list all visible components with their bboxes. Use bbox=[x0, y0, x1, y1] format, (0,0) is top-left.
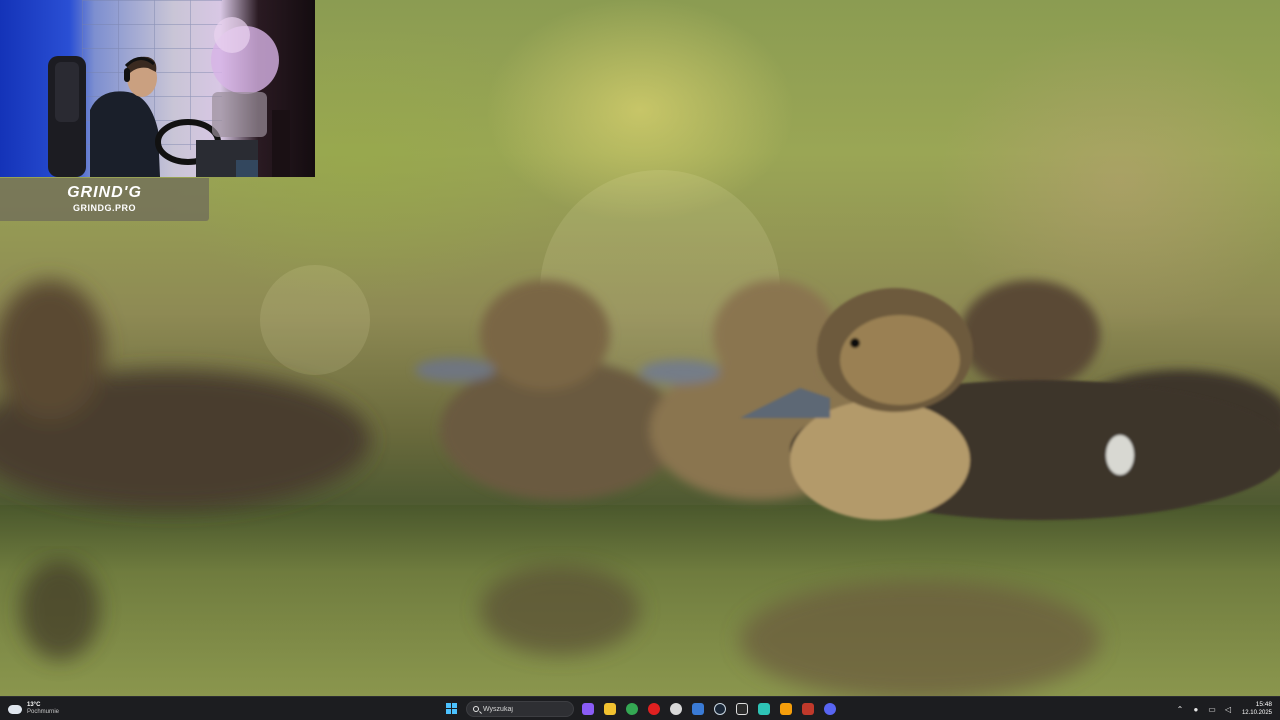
steam-icon bbox=[714, 703, 726, 715]
epic-games-button[interactable] bbox=[734, 701, 750, 717]
app-button-11[interactable] bbox=[800, 701, 816, 717]
app-icon-5 bbox=[670, 703, 682, 715]
app-button-9[interactable] bbox=[756, 701, 772, 717]
webcam-overlay bbox=[0, 0, 315, 177]
clock[interactable]: 15:48 12.10.2025 bbox=[1242, 701, 1272, 717]
app-button-6[interactable] bbox=[690, 701, 706, 717]
ducklings-illustration bbox=[0, 280, 1280, 696]
brand-url: GRINDG.PRO bbox=[72, 203, 136, 213]
taskbar-search[interactable] bbox=[466, 701, 574, 717]
opera-button[interactable] bbox=[646, 701, 662, 717]
app-button-10[interactable] bbox=[778, 701, 794, 717]
weather-widget[interactable]: 13°C Pochmurnie bbox=[8, 700, 59, 718]
network-icon[interactable]: ▭ bbox=[1207, 705, 1217, 714]
file-explorer-button[interactable] bbox=[602, 701, 618, 717]
clock-time: 15:48 bbox=[1255, 701, 1272, 708]
copilot-button[interactable] bbox=[580, 701, 596, 717]
cloud-icon bbox=[8, 704, 22, 714]
epic-games-icon bbox=[736, 703, 748, 715]
start-button[interactable] bbox=[444, 701, 460, 717]
app-button-5[interactable] bbox=[668, 701, 684, 717]
opera-icon bbox=[648, 703, 660, 715]
weather-text: 13°C Pochmurnie bbox=[27, 702, 59, 716]
steam-button[interactable] bbox=[712, 701, 728, 717]
weather-temperature: 13°C bbox=[27, 702, 41, 708]
app-icon-6 bbox=[692, 703, 704, 715]
copilot-icon bbox=[582, 703, 594, 715]
weather-condition: Pochmurnie bbox=[27, 709, 60, 715]
system-tray: ⌃ ● ▭ ◁ 15:48 12.10.2025 bbox=[1175, 700, 1272, 718]
app-icon-11 bbox=[802, 703, 814, 715]
chevron-up-icon[interactable]: ⌃ bbox=[1175, 705, 1185, 714]
volume-icon[interactable]: ◁ bbox=[1223, 705, 1233, 714]
taskbar: 13°C Pochmurnie ⌃ ● ▭ ◁ 15:48 12.10.2025 bbox=[0, 696, 1280, 720]
brand-overlay: GRIND'G GRINDG.PRO bbox=[0, 178, 209, 221]
app-icon-9 bbox=[758, 703, 770, 715]
search-icon bbox=[473, 706, 479, 712]
discord-icon bbox=[824, 703, 836, 715]
brand-logo: GRIND'G bbox=[67, 184, 142, 201]
streamer-scene bbox=[48, 17, 290, 177]
chrome-icon bbox=[626, 703, 638, 715]
taskbar-center bbox=[444, 700, 838, 718]
microphone-icon[interactable]: ● bbox=[1191, 705, 1201, 714]
file-explorer-icon bbox=[604, 703, 616, 715]
windows-logo-icon bbox=[446, 703, 458, 715]
search-input[interactable] bbox=[483, 705, 563, 713]
clock-date: 12.10.2025 bbox=[1241, 710, 1272, 716]
app-icon-10 bbox=[780, 703, 792, 715]
chrome-button[interactable] bbox=[624, 701, 640, 717]
discord-button[interactable] bbox=[822, 701, 838, 717]
